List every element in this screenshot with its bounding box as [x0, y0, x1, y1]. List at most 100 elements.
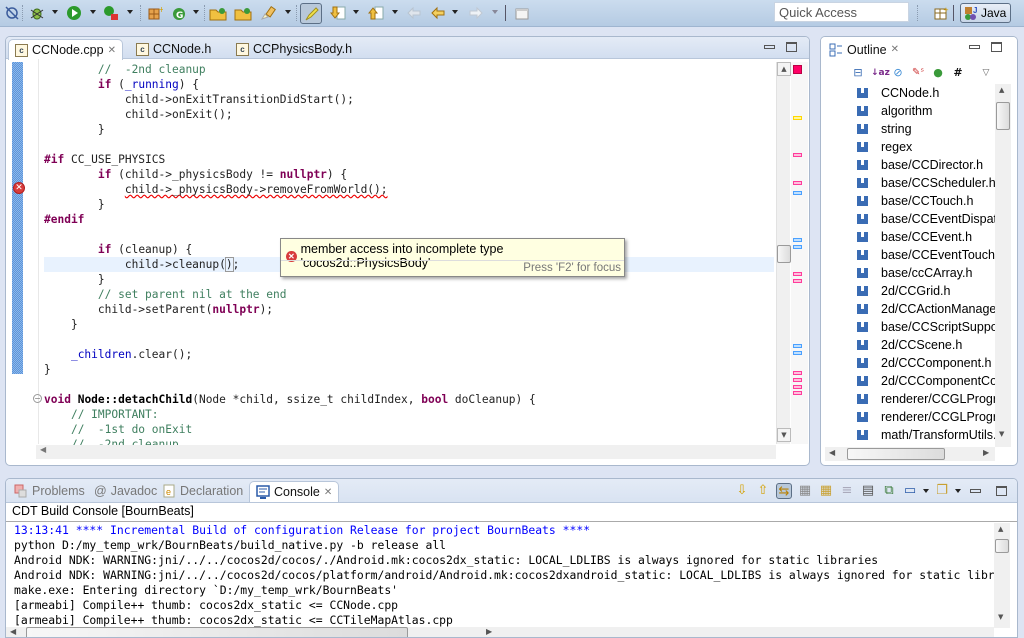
external-tools-dropdown[interactable]	[127, 10, 133, 14]
code-line[interactable]: }	[44, 362, 774, 377]
search-dropdown[interactable]	[285, 10, 291, 14]
run-dropdown[interactable]	[90, 10, 96, 14]
scroll-left-arrow[interactable]: ◀	[829, 448, 835, 457]
code-line[interactable]: // IMPORTANT:	[44, 407, 774, 422]
tab-console[interactable]: Console ✕	[249, 481, 340, 502]
console-output[interactable]: 13:13:41 **** Incremental Build of confi…	[14, 523, 994, 628]
outline-item[interactable]: renderer/CCGLProgramState.h	[857, 408, 997, 426]
occurrence-overview-mark[interactable]	[793, 391, 802, 396]
maximize-button[interactable]	[996, 486, 1007, 496]
open-console-dropdown[interactable]	[955, 489, 961, 493]
code-line[interactable]: void Node::detachChild(Node *child, ssiz…	[44, 392, 774, 407]
scroll-right-arrow[interactable]: ▶	[983, 448, 989, 457]
view-menu-icon[interactable]: ▽	[979, 66, 993, 80]
code-line[interactable]: if (_running) {	[44, 77, 774, 92]
maximize-button[interactable]	[786, 42, 797, 52]
close-icon[interactable]: ✕	[891, 44, 899, 55]
tab-declaration[interactable]: e Declaration	[156, 481, 249, 501]
code-line[interactable]	[44, 377, 774, 392]
scroll-thumb[interactable]	[847, 448, 945, 460]
code-line[interactable]: }	[44, 122, 774, 137]
scroll-left-arrow[interactable]: ◀	[40, 445, 46, 454]
external-tools-button[interactable]	[101, 3, 121, 23]
scroll-thumb[interactable]	[777, 245, 791, 263]
code-line[interactable]: }	[44, 197, 774, 212]
outline-item[interactable]: 2d/CCScene.h	[857, 336, 997, 354]
close-icon[interactable]: ✕	[324, 487, 332, 498]
console-vertical-scrollbar[interactable]: ▲ ▼	[994, 523, 1010, 628]
occurrence-overview-mark[interactable]	[793, 238, 802, 243]
link-with-editor-icon[interactable]: ⇆	[776, 483, 792, 499]
clear-console-icon[interactable]: ▤	[860, 483, 876, 499]
new-element-dropdown[interactable]	[193, 10, 199, 14]
toggle-breakpoints-button[interactable]	[2, 3, 22, 23]
code-line[interactable]: child->onExitTransitionDidStart();	[44, 92, 774, 107]
code-line[interactable]: child->onExit();	[44, 107, 774, 122]
outline-item[interactable]: algorithm	[857, 102, 997, 120]
previous-annotation-button[interactable]	[366, 3, 386, 23]
minimize-button[interactable]	[970, 489, 981, 493]
code-line[interactable]: #endif	[44, 212, 774, 227]
scroll-thumb[interactable]	[26, 627, 408, 637]
outline-item[interactable]: math/TransformUtils.h	[857, 426, 997, 444]
code-line[interactable]: child->setParent(nullptr);	[44, 302, 774, 317]
scroll-down-arrow[interactable]: ▼	[998, 613, 1003, 621]
previous-annotation-dropdown[interactable]	[392, 10, 398, 14]
scroll-lock-icon[interactable]: ▦	[797, 483, 813, 499]
outline-item[interactable]: 2d/CCGrid.h	[857, 282, 997, 300]
display-console-dropdown[interactable]	[923, 489, 929, 493]
run-button[interactable]	[64, 3, 84, 23]
error-marker-icon[interactable]: ✕	[13, 182, 25, 194]
tab-problems[interactable]: Problems	[8, 481, 91, 501]
outline-item[interactable]: base/CCEvent.h	[857, 228, 997, 246]
hide-static-icon[interactable]: ✎ˢ	[911, 66, 925, 80]
outline-item[interactable]: base/CCScheduler.h	[857, 174, 997, 192]
new-element-button[interactable]: G	[170, 3, 190, 23]
scroll-up-arrow[interactable]: ▲	[777, 62, 791, 76]
open-perspective-button[interactable]: +	[931, 3, 951, 23]
search-button[interactable]	[258, 3, 278, 23]
outline-item[interactable]: base/CCEventDispatcher.h	[857, 210, 997, 228]
code-line[interactable]: child->_physicsBody->removeFromWorld();	[44, 182, 774, 197]
tab-ccnode-h[interactable]: c CCNode.h	[130, 39, 217, 59]
collapse-all-icon[interactable]: ⊟	[851, 66, 865, 80]
code-line[interactable]: }	[44, 317, 774, 332]
occurrence-overview-mark[interactable]	[793, 190, 802, 195]
minimize-button[interactable]	[969, 45, 980, 49]
error-overview-indicator[interactable]	[793, 65, 802, 74]
code-line[interactable]: // set parent nil at the end	[44, 287, 774, 302]
occurrence-overview-mark[interactable]	[793, 153, 802, 158]
occurrence-overview-mark[interactable]	[793, 343, 802, 348]
outline-item[interactable]: string	[857, 120, 997, 138]
scroll-down-arrow[interactable]: ▼	[777, 428, 791, 442]
code-line[interactable]: #if CC_USE_PHYSICS	[44, 152, 774, 167]
hide-non-public-icon[interactable]: ●	[931, 66, 945, 80]
debug-dropdown[interactable]	[52, 10, 58, 14]
forward-dropdown[interactable]	[492, 10, 498, 14]
display-console-icon[interactable]: ▭	[902, 483, 918, 499]
quick-access-input[interactable]: Quick Access	[774, 2, 909, 22]
tab-javadoc[interactable]: @ Javadoc	[88, 481, 163, 501]
scroll-down-arrow[interactable]: ▼	[999, 430, 1004, 438]
outline-item[interactable]: base/CCEventTouch.h	[857, 246, 997, 264]
next-error-icon[interactable]: ⇩	[734, 483, 750, 499]
outline-item[interactable]: base/ccCArray.h	[857, 264, 997, 282]
scroll-up-arrow[interactable]: ▲	[998, 525, 1003, 533]
outline-item[interactable]: base/CCDirector.h	[857, 156, 997, 174]
close-icon[interactable]: ✕	[108, 45, 116, 56]
outline-item[interactable]: 2d/CCActionManager.h	[857, 300, 997, 318]
open-task-button[interactable]	[233, 3, 253, 23]
occurrence-overview-mark[interactable]	[793, 350, 802, 355]
scroll-thumb[interactable]	[995, 539, 1009, 553]
pin-console-icon[interactable]: ⧉	[881, 483, 897, 499]
code-line[interactable]	[44, 137, 774, 152]
new-class-button[interactable]: +	[145, 3, 165, 23]
outline-item[interactable]: base/CCScriptSupport.h	[857, 318, 997, 336]
overview-ruler[interactable]	[791, 62, 808, 444]
previous-error-icon[interactable]: ⇧	[755, 483, 771, 499]
outline-item[interactable]: 2d/CCComponent.h	[857, 354, 997, 372]
outline-item[interactable]: CCNode.h	[857, 84, 997, 102]
error-hover-tooltip[interactable]: ✕ member access into incomplete type 'co…	[280, 238, 625, 277]
fold-collapse-icon[interactable]: −	[33, 394, 42, 403]
next-annotation-button[interactable]	[328, 3, 348, 23]
